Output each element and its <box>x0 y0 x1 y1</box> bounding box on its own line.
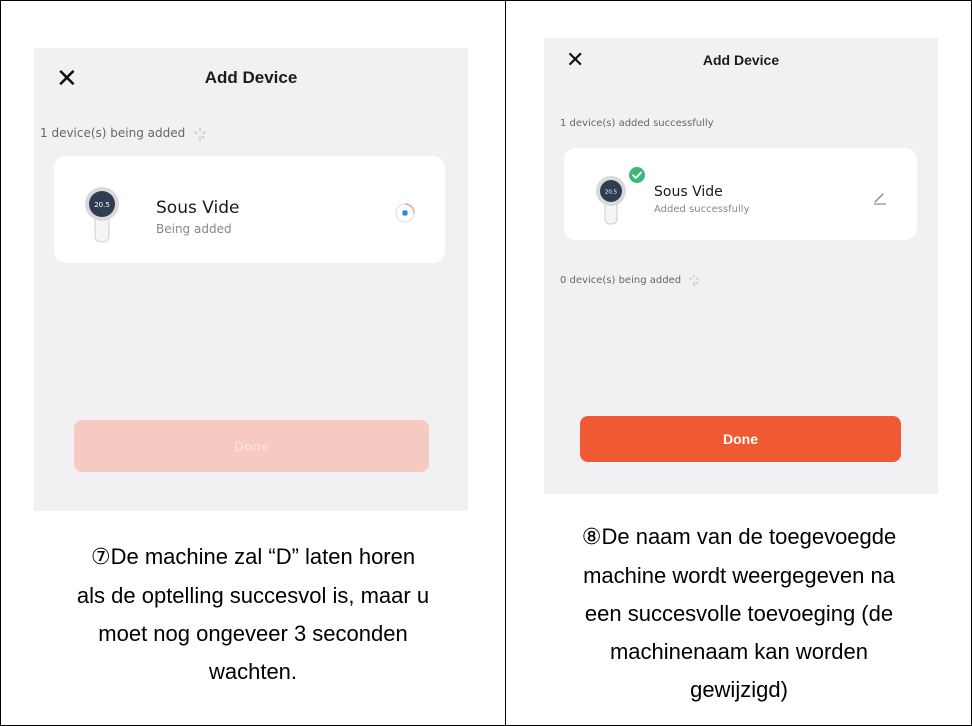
device-name: Sous Vide <box>654 184 723 200</box>
device-name: Sous Vide <box>156 198 240 218</box>
add-device-screen-success: ✕ Add Device 1 device(s) added successfu… <box>544 38 938 494</box>
pending-status-text: 0 device(s) being added <box>560 275 682 286</box>
done-button-disabled[interactable]: Done <box>74 420 429 472</box>
loading-spinner-icon <box>689 274 700 286</box>
page-title: Add Device <box>204 68 298 87</box>
device-status: Being added <box>156 222 232 236</box>
loading-spinner-icon <box>194 126 206 141</box>
step-7-caption: ⑦De machine zal “D” laten horen als de o… <box>76 544 430 684</box>
step-8-caption: ⑧De naam van de toegevoegde machine word… <box>581 524 897 702</box>
step-7-number: ⑦ <box>90 545 111 570</box>
progress-ring-icon <box>395 203 415 223</box>
device-status: Added successfully <box>654 204 750 215</box>
svg-text:20.5: 20.5 <box>605 190 618 196</box>
success-check-icon <box>629 167 645 183</box>
pending-status: 0 device(s) being added <box>560 274 700 286</box>
sous-vide-device-icon: 20.5 <box>596 176 626 225</box>
device-card[interactable]: 20.5 Sous Vide Being added <box>54 156 445 263</box>
svg-text:20.5: 20.5 <box>94 201 110 209</box>
adding-status: 1 device(s) being added <box>40 126 207 141</box>
add-device-screen-adding: ✕ Add Device 1 device(s) being added 20.… <box>34 48 468 511</box>
edit-pencil-icon[interactable] <box>872 190 888 206</box>
column-divider <box>505 0 506 726</box>
success-status: 1 device(s) added successfully <box>560 118 714 129</box>
step-8-number: ⑧ <box>581 525 602 550</box>
sous-vide-device-icon: 20.5 <box>85 187 119 243</box>
done-button[interactable]: Done <box>580 416 901 462</box>
page-title: Add Device <box>702 52 780 68</box>
device-card[interactable]: 20.5 Sous Vide Added successfully <box>564 148 917 240</box>
adding-status-text: 1 device(s) being added <box>40 126 186 140</box>
